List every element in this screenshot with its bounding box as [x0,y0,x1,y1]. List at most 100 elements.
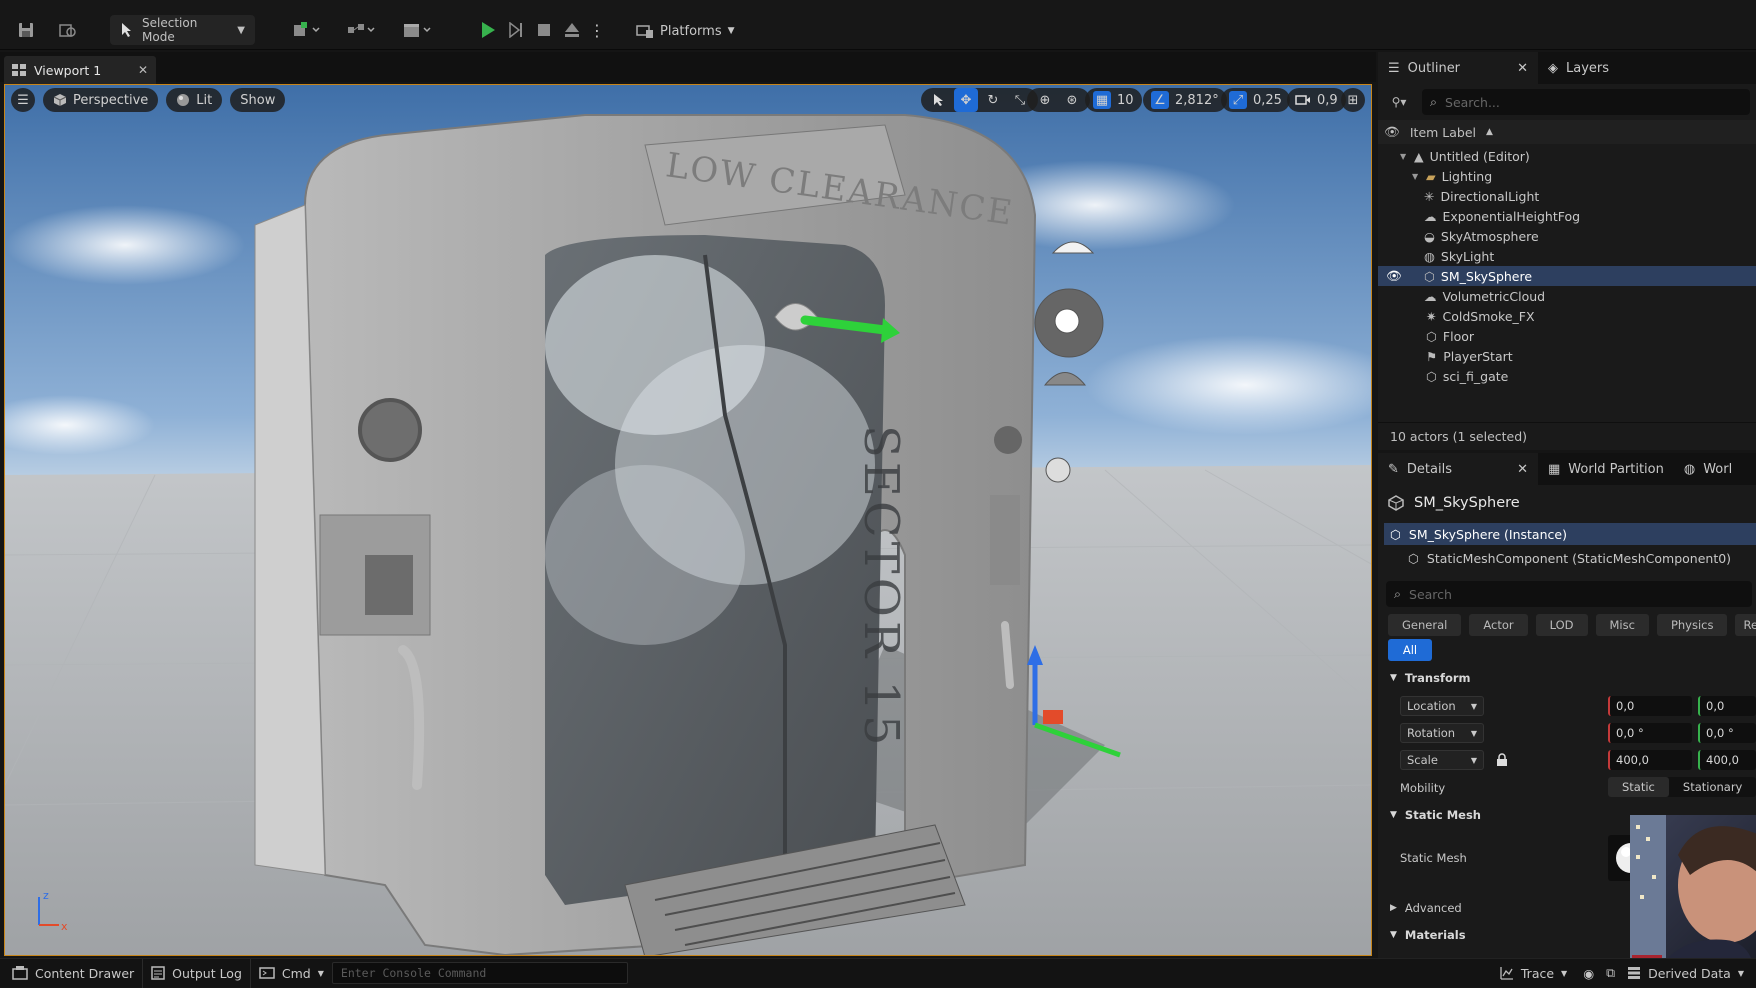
location-x-field[interactable]: 0,0 [1608,696,1692,716]
location-dropdown[interactable]: Location ▼ [1400,696,1484,716]
scale-snap-button[interactable]: ⤢ 0,25 [1221,88,1290,112]
scale-y-field[interactable]: 400,0 [1698,750,1756,770]
outliner-item-directionallight[interactable]: ✳ DirectionalLight [1378,186,1756,206]
surface-snap-icon[interactable]: ⊛ [1060,88,1084,112]
hamburger-menu-icon[interactable]: ☰ [11,88,35,112]
cube-icon [53,93,67,107]
tab-outliner[interactable]: ☰ Outliner ✕ [1378,52,1538,84]
chevron-down-icon[interactable]: ▼ [1400,152,1408,161]
outliner-item-floor[interactable]: ⬡ Floor [1378,326,1756,346]
category-lod-button[interactable]: LOD [1535,614,1588,636]
rotation-snap-button[interactable]: ∠ 2,812° [1143,88,1227,112]
save-icon[interactable] [14,16,38,44]
outliner-item-skyatmosphere[interactable]: ◒ SkyAtmosphere [1378,226,1756,246]
outliner-search-input[interactable]: ⌕ Search... [1422,89,1750,115]
mobility-stationary-option[interactable]: Stationary [1669,777,1756,797]
viewport-icon [12,64,26,76]
grid-snap-button[interactable]: ▦ 10 [1085,88,1142,112]
source-control-icon[interactable]: ⧉ [1602,959,1619,988]
chevron-down-icon[interactable]: ▼ [1412,172,1420,181]
category-rend-button[interactable]: Rend [1735,614,1756,636]
mobility-static-option[interactable]: Static [1608,777,1669,797]
actor-count-label: 10 actors (1 selected) [1390,429,1528,444]
category-physics-button[interactable]: Physics [1656,614,1728,636]
show-button[interactable]: Show [230,88,286,112]
select-tool-icon[interactable] [927,88,951,112]
details-search-input[interactable]: ⌕ Search [1386,581,1752,607]
outliner-item-playerstart[interactable]: ⚑ PlayerStart [1378,346,1756,366]
close-icon[interactable]: ✕ [1517,462,1528,477]
perspective-button[interactable]: Perspective [43,88,159,112]
selection-mode-label: Selection Mode [142,16,198,44]
skip-frame-icon[interactable] [504,16,528,44]
cmd-dropdown[interactable]: Cmd ▼ [249,958,332,988]
tab-layers[interactable]: ◈ Layers [1538,52,1619,84]
chevron-down-icon: ▼ [1470,728,1477,738]
transform-tool-group: ✥ ↻ ⤡ [921,88,1038,112]
outliner-item-exponentialheightfog[interactable]: ☁ ExponentialHeightFog [1378,206,1756,226]
camera-speed-button[interactable]: 0,9 [1287,88,1346,112]
outliner-item-label: VolumetricCloud [1442,288,1546,304]
tab-world-settings[interactable]: ◍ Worl [1674,453,1742,485]
tab-details[interactable]: ✎ Details ✕ [1378,453,1538,485]
lock-icon[interactable] [1496,753,1508,770]
close-icon[interactable]: ✕ [1517,61,1528,76]
eject-icon[interactable] [560,16,584,44]
selection-mode-dropdown[interactable]: Selection Mode ▼ [110,15,255,45]
outliner-item-sci-fi-gate[interactable]: ⬡ sci_fi_gate [1378,366,1756,386]
category-filter-row: General Actor LOD Misc Physics Rend [1388,614,1756,636]
outliner-item-lighting[interactable]: ▼ ▰ Lighting [1378,166,1756,186]
blueprint-button[interactable] [342,16,382,44]
world-space-icon[interactable]: ⊕ [1033,88,1057,112]
stop-icon[interactable] [532,16,556,44]
level-viewport[interactable]: LOW CLEARANCE SECTOR 15 z x ☰ Perspectiv… [4,84,1372,956]
trace-label: Trace [1520,965,1555,981]
transform-section-header[interactable]: ▼ Transform [1378,665,1756,691]
console-command-input[interactable]: Enter Console Command [331,962,628,984]
component-row[interactable]: ⬡ StaticMeshComponent (StaticMeshCompone… [1408,547,1731,569]
close-icon[interactable]: ✕ [138,63,148,77]
static-mesh-label: Static Mesh [1400,851,1467,865]
scale-dropdown[interactable]: Scale ▼ [1400,750,1484,770]
tab-viewport-1[interactable]: Viewport 1 ✕ [4,56,156,84]
outliner-item-coldsmoke-fx[interactable]: ✷ ColdSmoke_FX [1378,306,1756,326]
tab-world-partition[interactable]: ▦ World Partition [1538,453,1674,485]
move-tool-icon[interactable]: ✥ [954,88,978,112]
rotation-row: Rotation ▼ 0,0 ° 0,0 ° [1378,720,1756,747]
outliner-item-sm-skysphere[interactable]: 👁 ⬡ SM_SkySphere [1378,266,1756,286]
location-y-field[interactable]: 0,0 [1698,696,1756,716]
filter-icon[interactable]: ⚲▾ [1384,95,1414,109]
instance-row[interactable]: ⬡ SM_SkySphere (Instance) [1384,523,1756,545]
rotation-y-field[interactable]: 0,0 ° [1698,723,1756,743]
rotation-x-field[interactable]: 0,0 ° [1608,723,1692,743]
outliner-item-skylight[interactable]: ◍ SkyLight [1378,246,1756,266]
category-general-button[interactable]: General [1388,614,1462,636]
viewport-layout-icon[interactable]: ⊞ [1341,88,1365,112]
outliner-item-untitled-editor[interactable]: ▼ ▲ Untitled (Editor) [1378,146,1756,166]
all-category-button[interactable]: All [1388,639,1432,661]
output-log-button[interactable]: Output Log [142,958,250,988]
browse-icon[interactable] [56,16,80,44]
record-icon[interactable]: ◉ [1575,959,1602,988]
visibility-icon[interactable]: 👁 [1384,124,1400,140]
derived-data-dropdown[interactable]: Derived Data ▼ [1619,959,1752,988]
outliner-item-volumetriccloud[interactable]: ☁ VolumetricCloud [1378,286,1756,306]
category-misc-button[interactable]: Misc [1595,614,1649,636]
cinematics-button[interactable] [398,16,438,44]
platforms-dropdown[interactable]: Platforms ▼ [636,18,735,44]
rotate-tool-icon[interactable]: ↻ [981,88,1005,112]
lit-button[interactable]: Lit [166,88,223,112]
scale-snap-value: 0,25 [1253,92,1282,108]
sort-ascending-icon: ▲ [1486,127,1493,137]
visibility-icon[interactable]: 👁 [1386,268,1402,284]
more-options-icon[interactable]: ⋮ [589,16,605,44]
trace-dropdown[interactable]: Trace ▼ [1492,959,1575,988]
content-drawer-button[interactable]: Content Drawer [4,959,142,988]
add-actor-button[interactable] [288,16,328,44]
rotation-dropdown[interactable]: Rotation ▼ [1400,723,1484,743]
play-button[interactable] [476,16,500,44]
scale-x-field[interactable]: 400,0 [1608,750,1692,770]
category-actor-button[interactable]: Actor [1469,614,1528,636]
coordinate-space-group: ⊕ ⊛ [1027,88,1090,112]
outliner-column-header[interactable]: 👁 Item Label ▲ [1378,120,1756,144]
